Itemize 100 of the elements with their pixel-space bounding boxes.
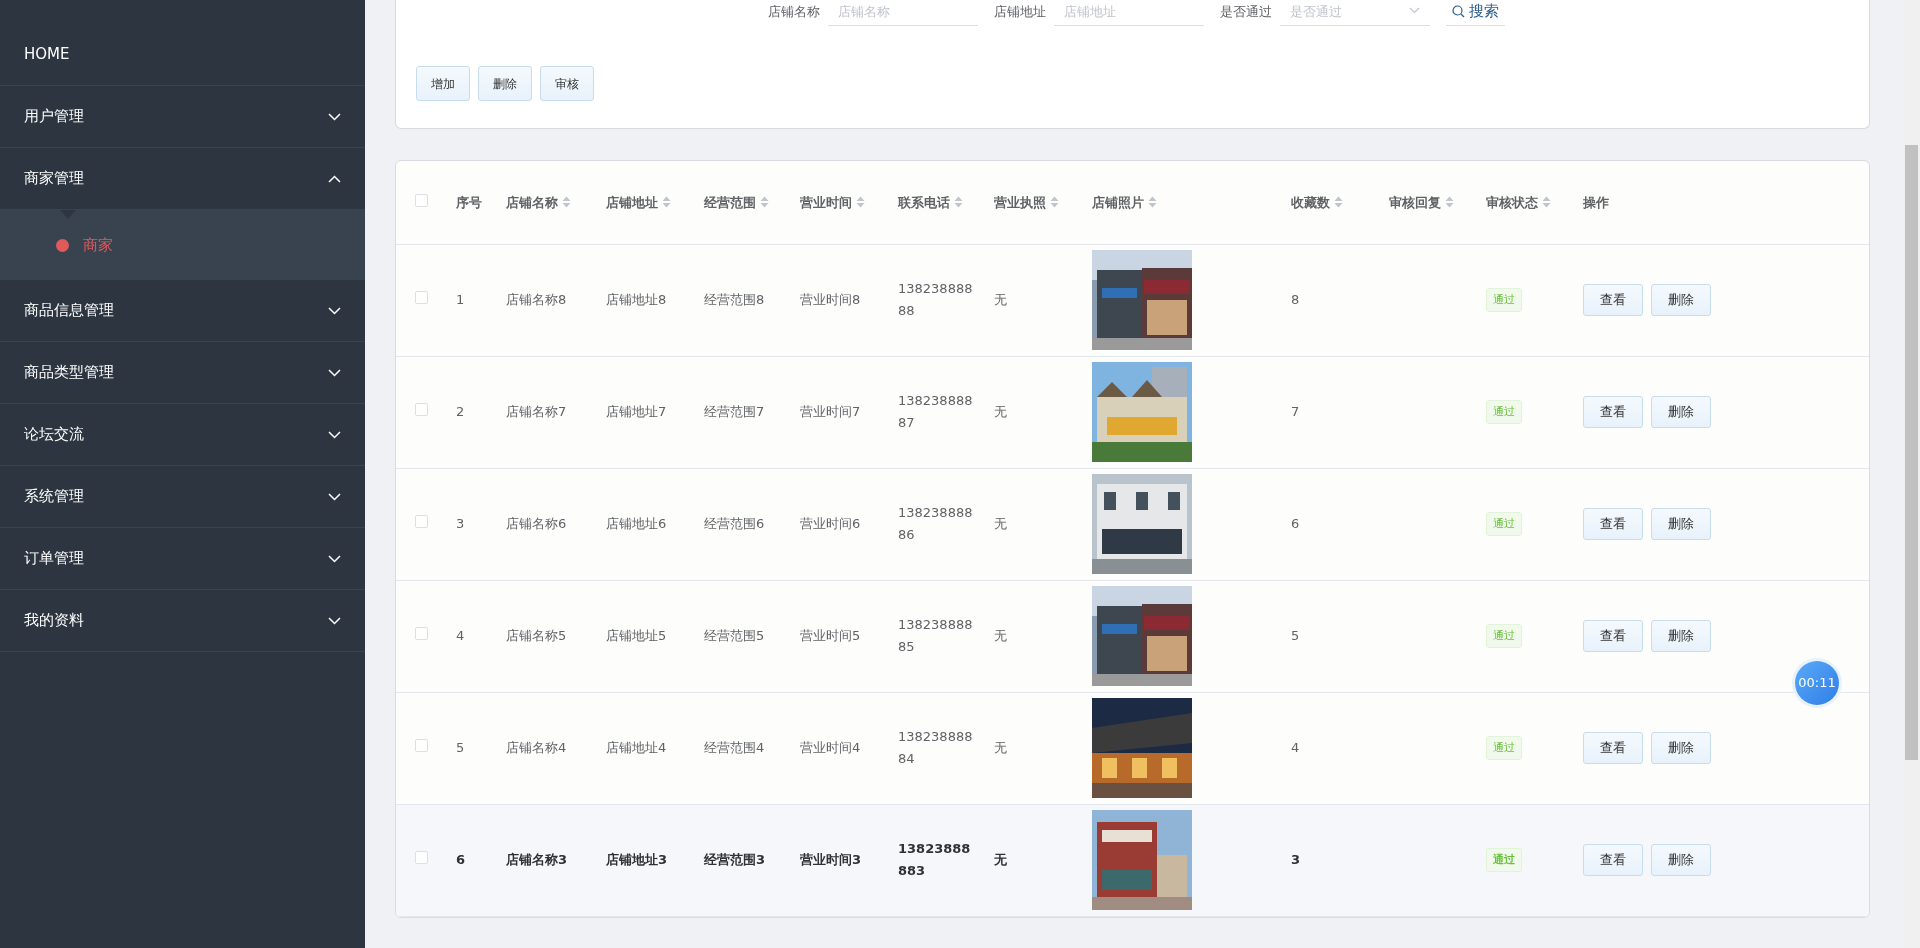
table-cell-text: 营业时间6 bbox=[800, 515, 862, 534]
column-header: 联系电话 bbox=[898, 193, 950, 212]
row-button[interactable]: 查看 bbox=[1583, 508, 1643, 540]
column-header: 店铺名称 bbox=[506, 193, 558, 212]
row-button[interactable]: 查看 bbox=[1583, 620, 1643, 652]
action-button[interactable]: 删除 bbox=[478, 66, 532, 101]
sort-icon[interactable] bbox=[760, 196, 769, 209]
menu-item[interactable]: 论坛交流 bbox=[0, 404, 365, 466]
table-cell-text: 营业时间8 bbox=[800, 291, 862, 310]
checkbox[interactable] bbox=[414, 193, 428, 207]
scrollbar[interactable] bbox=[1905, 145, 1918, 760]
table-cell-text: 营业时间3 bbox=[800, 851, 863, 870]
table-cell-text: 5 bbox=[456, 739, 466, 758]
row-button[interactable]: 删除 bbox=[1651, 620, 1711, 652]
row-button[interactable]: 查看 bbox=[1583, 732, 1643, 764]
table-cell-text: 店铺名称4 bbox=[506, 739, 568, 758]
field-label: 店铺名称 bbox=[768, 3, 820, 22]
table-cell-text: 店铺名称5 bbox=[506, 627, 568, 646]
table-cell: 3 bbox=[1291, 852, 1301, 868]
table-cell-text: 店铺地址3 bbox=[606, 851, 669, 870]
table-row[interactable]: 6 店铺名称3 店铺地址3 经营范围3 营业时间3 13823888883 无 3 通过 查看 删除 bbox=[396, 804, 1869, 916]
column-header: 审核状态 bbox=[1486, 193, 1538, 212]
table-cell-text: 无 bbox=[994, 627, 1008, 646]
checkbox[interactable] bbox=[414, 515, 428, 529]
table-cell-text: 13823888884 bbox=[898, 728, 974, 768]
column-header: 经营范围 bbox=[704, 193, 756, 212]
checkbox[interactable] bbox=[414, 627, 428, 641]
table-cell-text: 4 bbox=[456, 627, 466, 646]
table-cell-text: 营业时间5 bbox=[800, 627, 862, 646]
table-cell-text: 1 bbox=[456, 291, 466, 310]
table-cell-text: 店铺地址7 bbox=[606, 403, 668, 422]
status-tag: 通过 bbox=[1486, 511, 1522, 537]
menu-item[interactable]: 我的资料 bbox=[0, 590, 365, 652]
table-cell: 4 bbox=[1291, 740, 1300, 756]
column-header: 营业时间 bbox=[800, 193, 852, 212]
table-cell: 6 bbox=[1291, 516, 1300, 532]
table-cell-text: 无 bbox=[994, 291, 1008, 310]
column-header: 操作 bbox=[1583, 193, 1609, 212]
table-cell-text: 店铺名称7 bbox=[506, 403, 568, 422]
row-button[interactable]: 删除 bbox=[1651, 732, 1711, 764]
column-header: 收藏数 bbox=[1291, 193, 1330, 212]
table-cell-text: 2 bbox=[456, 403, 466, 422]
status-tag: 通过 bbox=[1486, 735, 1522, 761]
sort-icon[interactable] bbox=[1542, 196, 1551, 209]
sort-icon[interactable] bbox=[1050, 196, 1059, 209]
menu-item[interactable]: 商品信息管理 bbox=[0, 280, 365, 342]
table-cell-text: 13823888883 bbox=[898, 840, 972, 880]
table-cell-text: 店铺地址4 bbox=[606, 739, 668, 758]
sort-icon[interactable] bbox=[1334, 196, 1343, 209]
table-row[interactable]: 3 店铺名称6 店铺地址6 经营范围6 营业时间6 13823888886 无 6 通过 查看 删除 bbox=[396, 468, 1869, 580]
table-cell-text: 营业时间7 bbox=[800, 403, 862, 422]
table-row[interactable]: 1 店铺名称8 店铺地址8 经营范围8 营业时间8 13823888888 无 8 通过 查看 删除 bbox=[396, 244, 1869, 356]
table-row[interactable]: 2 店铺名称7 店铺地址7 经营范围7 营业时间7 13823888887 无 7 通过 查看 删除 bbox=[396, 356, 1869, 468]
table-cell-text: 经营范围6 bbox=[704, 515, 766, 534]
sort-icon[interactable] bbox=[662, 196, 671, 209]
table-cell-text: 经营范围8 bbox=[704, 291, 766, 310]
row-button[interactable]: 删除 bbox=[1651, 284, 1711, 316]
sort-icon[interactable] bbox=[1445, 196, 1454, 209]
table-cell-text: 经营范围5 bbox=[704, 627, 766, 646]
sort-icon[interactable] bbox=[1148, 196, 1157, 209]
table-cell-text: 店铺名称6 bbox=[506, 515, 568, 534]
table-row[interactable]: 5 店铺名称4 店铺地址4 经营范围4 营业时间4 13823888884 无 4 通过 查看 删除 bbox=[396, 692, 1869, 804]
sort-icon[interactable] bbox=[562, 196, 571, 209]
status-tag: 通过 bbox=[1486, 847, 1522, 873]
row-button[interactable]: 删除 bbox=[1651, 508, 1711, 540]
table-cell-text: 无 bbox=[994, 403, 1008, 422]
bullet-icon bbox=[56, 238, 69, 252]
sort-icon[interactable] bbox=[856, 196, 865, 209]
chevron-down-icon bbox=[1409, 7, 1420, 14]
menu-item[interactable]: 订单管理 bbox=[0, 528, 365, 590]
checkbox[interactable] bbox=[414, 739, 428, 753]
table-cell: 5 bbox=[1291, 628, 1300, 644]
menu-item[interactable]: HOME bbox=[0, 24, 365, 86]
column-header: 审核回复 bbox=[1389, 193, 1441, 212]
checkbox[interactable] bbox=[414, 291, 428, 305]
sort-icon[interactable] bbox=[954, 196, 963, 209]
action-button[interactable]: 审核 bbox=[540, 66, 594, 101]
column-header: 营业执照 bbox=[994, 193, 1046, 212]
row-button[interactable]: 查看 bbox=[1583, 396, 1643, 428]
search-icon bbox=[1452, 5, 1465, 18]
status-tag: 通过 bbox=[1486, 623, 1522, 649]
menu-item[interactable]: 系统管理 bbox=[0, 466, 365, 528]
menu-item[interactable]: 用户管理 bbox=[0, 86, 365, 148]
row-button[interactable]: 查看 bbox=[1583, 284, 1643, 316]
table-cell-text: 经营范围7 bbox=[704, 403, 766, 422]
table-cell-text: 无 bbox=[994, 739, 1008, 758]
menu-item[interactable]: 商品类型管理 bbox=[0, 342, 365, 404]
row-button[interactable]: 删除 bbox=[1651, 396, 1711, 428]
row-button[interactable]: 查看 bbox=[1583, 844, 1643, 876]
table-cell-text: 经营范围3 bbox=[704, 851, 767, 870]
checkbox[interactable] bbox=[414, 851, 428, 865]
table-cell-text: 经营范围4 bbox=[704, 739, 766, 758]
row-button[interactable]: 删除 bbox=[1651, 844, 1711, 876]
table-cell-text: 无 bbox=[994, 851, 1008, 870]
checkbox[interactable] bbox=[414, 403, 428, 417]
field-label: 店铺地址 bbox=[994, 3, 1046, 22]
table-cell-text: 3 bbox=[456, 515, 466, 534]
search-button[interactable]: 搜索 bbox=[1446, 0, 1505, 26]
action-button[interactable]: 增加 bbox=[416, 66, 470, 101]
table-cell-text: 无 bbox=[994, 515, 1008, 534]
